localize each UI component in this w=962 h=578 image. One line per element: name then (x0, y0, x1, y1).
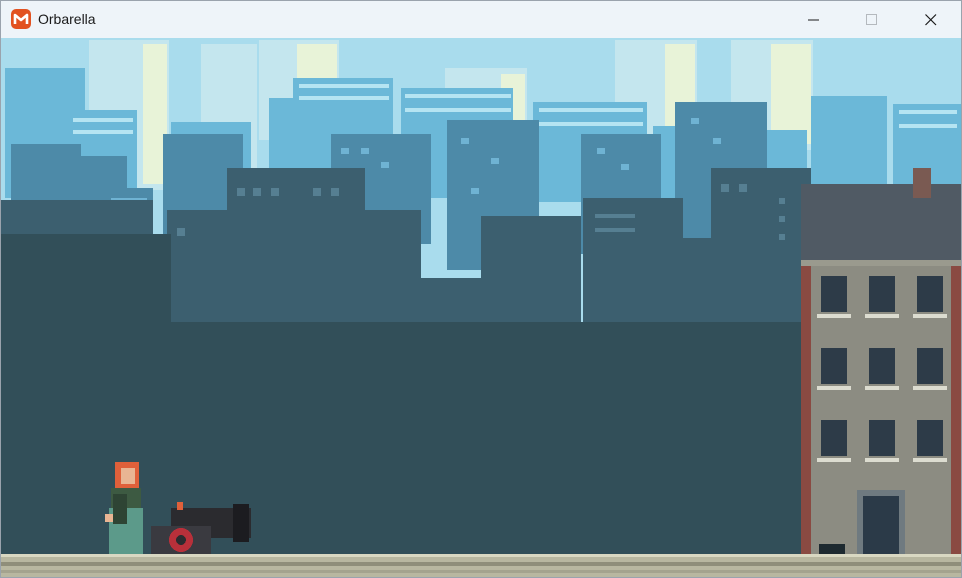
close-icon (925, 13, 937, 25)
maximize-button[interactable] (849, 1, 895, 38)
game-viewport[interactable] (1, 38, 961, 577)
monogame-logo-icon (11, 9, 31, 29)
brick-apartment-building (801, 168, 961, 560)
minimize-button[interactable] (791, 1, 837, 38)
game-window: Orbarella (0, 0, 962, 578)
window-title: Orbarella (38, 11, 96, 27)
title-bar[interactable]: Orbarella (1, 1, 961, 38)
close-button[interactable] (908, 1, 954, 38)
game-scene (1, 38, 961, 577)
minimize-icon (808, 19, 819, 20)
maximize-icon (866, 13, 877, 25)
building-windows (821, 276, 943, 456)
front-silhouette-left (1, 234, 171, 334)
